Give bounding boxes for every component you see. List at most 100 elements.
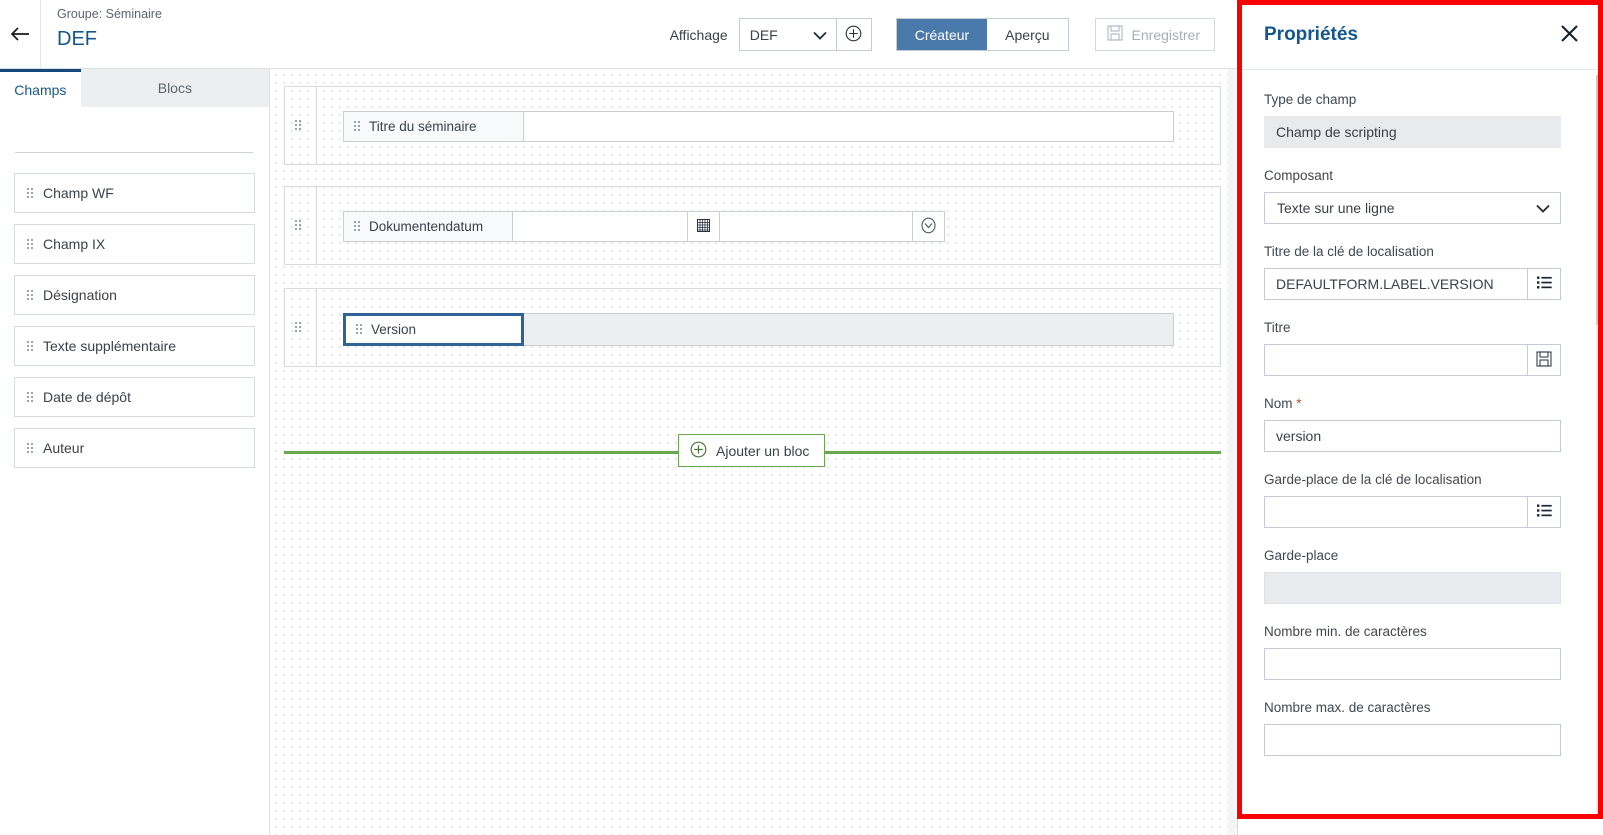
palette-item-label: Date de dépôt <box>43 389 131 405</box>
tab-creator[interactable]: Créateur <box>896 19 988 50</box>
affichage-label: Affichage <box>669 26 728 43</box>
tab-preview[interactable]: Aperçu <box>987 19 1068 50</box>
page-title: DEF <box>57 28 97 50</box>
palette-item-champ-wf[interactable]: Champ WF <box>14 173 255 213</box>
palette-item-date-de-depot[interactable]: Date de dépôt <box>14 377 255 417</box>
prop-button-titre-cle-localisation-list[interactable] <box>1528 268 1561 300</box>
field-input-date[interactable] <box>513 211 688 242</box>
field-input-version[interactable] <box>524 313 1174 346</box>
prop-row-garde-place-cle-localisation <box>1264 496 1561 528</box>
prop-group-garde-place-cle-localisation: Garde-place de la clé de localisation <box>1264 470 1561 528</box>
mode-toggle-group: Créateur Aperçu <box>895 18 1069 51</box>
drag-handle-icon[interactable] <box>354 121 360 132</box>
prop-label-titre-cle-localisation: Titre de la clé de localisation <box>1264 244 1434 259</box>
prop-value-type-de-champ: Champ de scripting <box>1264 116 1561 148</box>
tab-blocs[interactable]: Blocs <box>80 69 269 107</box>
prop-row-titre-cle-localisation: DEFAULTFORM.LABEL.VERSION <box>1264 268 1561 300</box>
block-inner-divider <box>316 187 317 264</box>
prop-label-garde-place-cle-localisation: Garde-place de la clé de localisation <box>1264 472 1482 487</box>
form-block-2[interactable]: Dokumentendatum <box>284 186 1221 265</box>
field-input-titre-du-seminaire[interactable] <box>524 111 1174 142</box>
prop-select-composant[interactable]: Texte sur une ligne <box>1264 192 1561 224</box>
palette-item-label: Champ WF <box>43 185 114 201</box>
field-input-time[interactable] <box>719 211 914 242</box>
prop-input-titre[interactable] <box>1264 344 1528 376</box>
palette-item-label: Désignation <box>43 287 117 303</box>
chevron-down-icon <box>813 27 827 43</box>
form-row-version[interactable]: Version <box>343 313 1193 346</box>
properties-header: Propriétés <box>1238 0 1603 70</box>
field-label-titre-du-seminaire[interactable]: Titre du séminaire <box>343 111 524 142</box>
palette-item-designation[interactable]: Désignation <box>14 275 255 315</box>
save-button[interactable]: Enregistrer <box>1094 18 1215 51</box>
properties-scrollbar-thumb[interactable] <box>1596 75 1601 325</box>
chevron-down-icon <box>1536 200 1550 216</box>
title-block: Groupe: Séminaire DEF <box>57 5 162 53</box>
calendar-picker-button[interactable] <box>687 211 720 242</box>
prop-row-garde-place <box>1264 572 1561 604</box>
palette-item-auteur[interactable]: Auteur <box>14 428 255 468</box>
form-block-3[interactable]: Version <box>284 288 1221 367</box>
add-block-button[interactable]: Ajouter un bloc <box>678 434 826 467</box>
palette-item-champ-ix[interactable]: Champ IX <box>14 224 255 264</box>
field-label-text: Version <box>371 322 417 337</box>
prop-group-titre-cle-localisation: Titre de la clé de localisation DEFAULTF… <box>1264 242 1561 300</box>
canvas-scrollbar[interactable] <box>1228 69 1236 835</box>
add-block-label: Ajouter un bloc <box>716 442 810 459</box>
add-view-button[interactable] <box>836 18 872 51</box>
time-picker-button[interactable] <box>913 211 945 242</box>
prop-input-garde-place-cle-localisation[interactable] <box>1264 496 1528 528</box>
field-label-dokumentendatum[interactable]: Dokumentendatum <box>343 211 514 242</box>
palette-item-label: Texte supplémentaire <box>43 338 177 354</box>
drag-handle-icon[interactable] <box>27 340 33 352</box>
prop-label-nom-text: Nom <box>1264 396 1293 411</box>
drag-handle-icon[interactable] <box>27 442 33 454</box>
prop-label-nom: Nom * <box>1264 394 1561 414</box>
drag-handle-icon[interactable] <box>356 324 362 335</box>
form-row-dokumentendatum[interactable]: Dokumentendatum <box>343 211 945 242</box>
block-inner-divider <box>316 289 317 366</box>
properties-scrollbar[interactable] <box>1596 75 1601 815</box>
affichage-select-value: DEF <box>749 26 778 43</box>
back-button[interactable] <box>0 0 41 68</box>
prop-label-composant: Composant <box>1264 168 1334 183</box>
left-panel: Champs Blocs Champ WF Champ IX Désignati… <box>0 69 270 835</box>
prop-input-nom[interactable]: version <box>1264 420 1561 452</box>
prop-label-nombre-min-caracteres: Nombre min. de caractères <box>1264 624 1427 639</box>
save-button-label: Enregistrer <box>1131 26 1200 43</box>
list-icon <box>1536 504 1552 520</box>
top-toolbar: Affichage DEF Créateur Aperçu Enregistre… <box>670 18 1215 51</box>
prop-row-nom: version <box>1264 420 1561 452</box>
drag-handle-icon[interactable] <box>27 187 33 199</box>
drag-handle-icon[interactable] <box>27 391 33 403</box>
palette-item-label: Champ IX <box>43 236 106 252</box>
field-label-text: Titre du séminaire <box>369 119 477 134</box>
clock-icon <box>920 217 937 237</box>
block-drag-handle-icon[interactable] <box>295 320 301 336</box>
affichage-select[interactable]: DEF <box>738 18 837 51</box>
prop-button-titre-save[interactable] <box>1528 344 1561 376</box>
floppy-disk-icon <box>1106 25 1123 44</box>
form-canvas[interactable]: Titre du séminaire Dokumentendatum Versi… <box>270 69 1237 835</box>
drag-handle-icon[interactable] <box>27 289 33 301</box>
calendar-icon <box>696 218 710 235</box>
drag-handle-icon[interactable] <box>27 238 33 250</box>
field-palette-list: Champ WF Champ IX Désignation Texte supp… <box>14 173 255 479</box>
form-row-titre-du-seminaire[interactable]: Titre du séminaire <box>343 111 1193 142</box>
close-properties-button[interactable] <box>1557 23 1581 47</box>
block-drag-handle-icon[interactable] <box>295 218 301 234</box>
prop-label-garde-place: Garde-place <box>1264 548 1339 563</box>
prop-input-nombre-min-caracteres[interactable] <box>1264 648 1561 680</box>
block-drag-handle-icon[interactable] <box>295 118 301 134</box>
prop-input-titre-cle-localisation[interactable]: DEFAULTFORM.LABEL.VERSION <box>1264 268 1528 300</box>
properties-title: Propriétés <box>1264 23 1358 45</box>
palette-item-texte-supplementaire[interactable]: Texte supplémentaire <box>14 326 255 366</box>
tab-champs[interactable]: Champs <box>0 69 81 107</box>
prop-input-nombre-max-caracteres[interactable] <box>1264 724 1561 756</box>
prop-button-garde-place-cle-list[interactable] <box>1528 496 1561 528</box>
form-block-1[interactable]: Titre du séminaire <box>284 86 1221 165</box>
field-label-version[interactable]: Version <box>343 313 524 346</box>
form-designer-app: Groupe: Séminaire DEF Affichage DEF Créa… <box>0 0 1603 835</box>
prop-group-nom: Nom * version <box>1264 394 1561 452</box>
drag-handle-icon[interactable] <box>354 221 360 232</box>
